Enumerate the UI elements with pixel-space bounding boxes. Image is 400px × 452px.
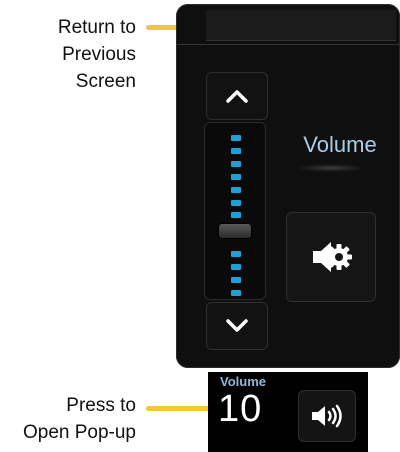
header-divider <box>176 44 400 45</box>
volume-level-segment <box>231 199 241 206</box>
volume-level-segment <box>231 251 241 258</box>
return-bar[interactable] <box>206 10 396 41</box>
speaker-volume-icon <box>312 404 342 428</box>
volume-level-segment <box>231 264 241 271</box>
volume-strip-value: 10 <box>218 388 263 430</box>
callout-press-label: Press to Open Pop-up <box>23 392 136 446</box>
volume-panel: Volume <box>176 4 400 368</box>
callout-press-line-2: Open Pop-up <box>22 422 136 443</box>
volume-level-segment <box>231 289 241 296</box>
callout-return-label: Return to Previous Screen <box>58 14 136 95</box>
volume-level-segment <box>231 212 241 219</box>
volume-level-segment <box>231 135 241 141</box>
speaker-settings-icon <box>313 242 352 272</box>
volume-slider[interactable] <box>204 122 266 309</box>
chevron-down-icon <box>226 319 248 332</box>
audio-settings-button[interactable] <box>286 212 376 302</box>
volume-title-glow <box>296 164 366 172</box>
volume-level-segment <box>231 147 241 154</box>
speaker-mute-button[interactable] <box>298 390 356 442</box>
volume-down-button[interactable] <box>206 302 268 350</box>
callout-press-line-1: Press to <box>66 395 136 416</box>
volume-level-segment <box>231 160 241 167</box>
callout-return-line-1: Return to <box>57 17 136 38</box>
callout-return-line-3: Screen <box>75 71 136 92</box>
volume-level-segment <box>231 277 241 284</box>
volume-slider-handle[interactable] <box>219 224 251 238</box>
callout-return-line-2: Previous <box>62 44 136 65</box>
volume-level-segment <box>231 173 241 180</box>
volume-up-button[interactable] <box>206 72 268 120</box>
volume-strip-label: Volume <box>220 374 266 389</box>
chevron-up-icon <box>226 90 248 103</box>
volume-title: Volume <box>303 132 377 157</box>
volume-status-strip[interactable]: Volume 10 <box>208 372 368 452</box>
volume-level-segment <box>231 186 241 193</box>
